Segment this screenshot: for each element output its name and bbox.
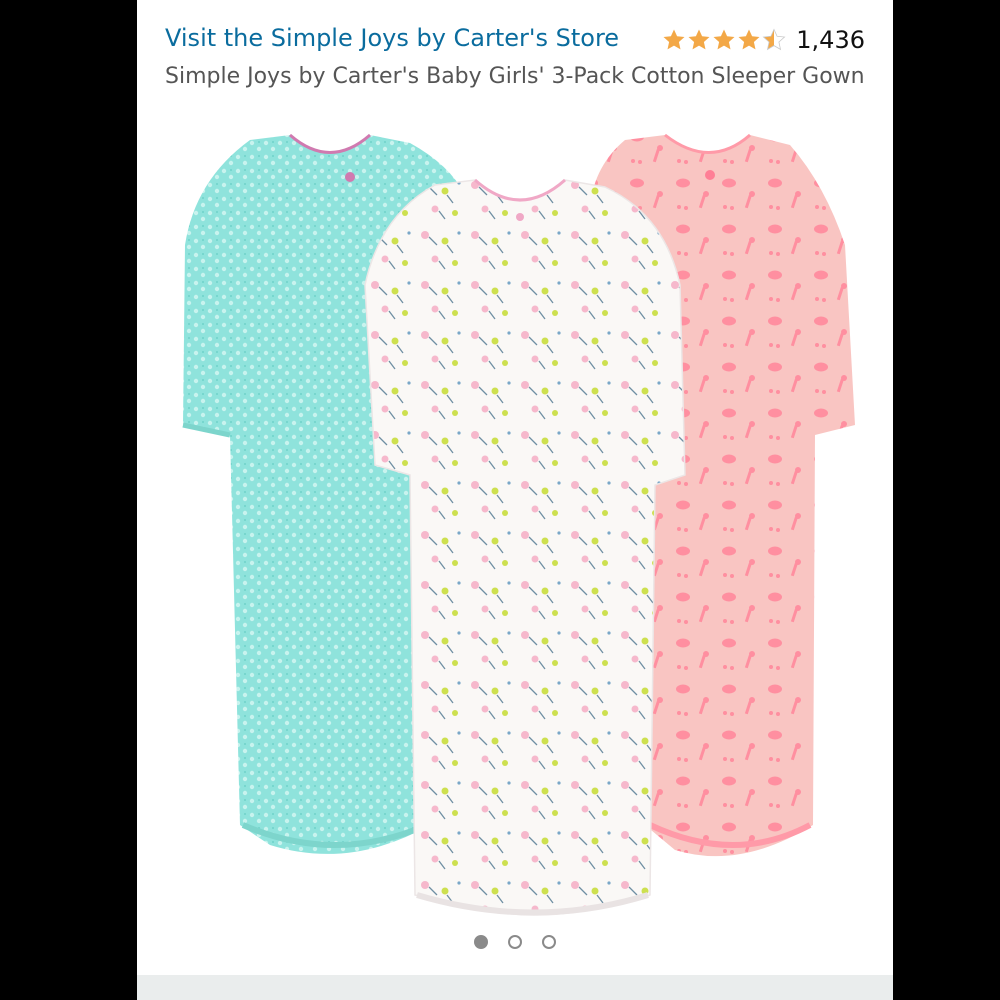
carousel-dot-1[interactable] (474, 935, 488, 949)
product-image[interactable] (165, 125, 865, 925)
bottom-strip (137, 975, 893, 1000)
store-link[interactable]: Visit the Simple Joys by Carter's Store (165, 24, 619, 52)
rating-count[interactable]: 1,436 (796, 26, 865, 54)
rating[interactable]: 1,436 (662, 24, 865, 56)
carousel-dot-2[interactable] (508, 935, 522, 949)
star-rating (662, 28, 786, 52)
star-icon (663, 29, 685, 50)
half-star-icon (762, 28, 786, 51)
star-icon (738, 29, 760, 50)
carousel-dot-3[interactable] (542, 935, 556, 949)
carousel-indicator (137, 935, 893, 949)
product-panel: Visit the Simple Joys by Carter's Store … (137, 0, 893, 975)
star-icon (688, 29, 710, 50)
product-title: Simple Joys by Carter's Baby Girls' 3-Pa… (165, 64, 865, 89)
star-icon (713, 29, 735, 50)
